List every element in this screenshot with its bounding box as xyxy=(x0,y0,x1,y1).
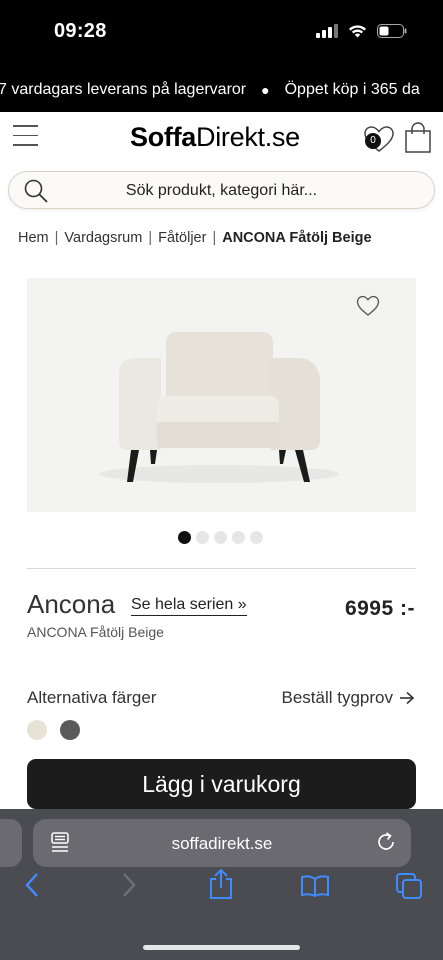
gallery-dot-3[interactable] xyxy=(214,531,227,544)
breadcrumb-home[interactable]: Hem xyxy=(18,230,49,246)
arrow-right-icon xyxy=(400,691,415,705)
back-icon[interactable] xyxy=(24,872,40,898)
previous-tab-peek[interactable] xyxy=(0,819,22,867)
search-input[interactable]: Sök produkt, kategori här... xyxy=(8,171,435,209)
tabs-icon[interactable] xyxy=(395,872,423,900)
breadcrumb-current: ANCONA Fåtölj Beige xyxy=(222,230,372,246)
gallery-dot-5[interactable] xyxy=(250,531,263,544)
add-to-cart-button[interactable]: Lägg i varukorg xyxy=(27,759,416,809)
share-icon[interactable] xyxy=(208,868,234,900)
signal-icon xyxy=(316,24,338,38)
bookmarks-icon[interactable] xyxy=(300,874,330,898)
shopping-bag-icon[interactable] xyxy=(404,122,432,154)
wifi-icon xyxy=(349,25,366,38)
announcement-separator: ● xyxy=(261,82,270,98)
address-bar[interactable]: soffadirekt.se xyxy=(33,819,411,867)
announcement-bar: 7 vardagars leverans på lagervaror ● Öpp… xyxy=(0,68,443,112)
breadcrumb: Hem | Vardagsrum | Fåtöljer | ANCONA Fåtölj Be… xyxy=(18,230,372,246)
divider xyxy=(27,568,416,569)
wishlist-count-badge: 0 xyxy=(365,133,381,149)
color-swatch-grey[interactable] xyxy=(60,720,80,740)
gallery-pagination xyxy=(178,531,263,544)
product-price: 6995 :- xyxy=(344,597,415,620)
status-icons xyxy=(316,24,407,38)
order-sample-label: Beställ tygprov xyxy=(281,688,394,707)
favorite-heart-icon[interactable] xyxy=(356,295,380,317)
status-bar: 09:28 xyxy=(0,0,443,68)
product-subtitle: ANCONA Fåtölj Beige xyxy=(27,624,164,640)
gallery-dot-1[interactable] xyxy=(178,531,191,544)
gallery-dot-2[interactable] xyxy=(196,531,209,544)
alternative-colors-label: Alternativa färger xyxy=(27,688,157,707)
see-series-link[interactable]: Se hela serien » xyxy=(131,596,247,616)
site-logo[interactable]: SoffaDirekt.se xyxy=(130,122,300,153)
announcement-delivery: 7 vardagars leverans på lagervaror xyxy=(0,81,247,98)
gallery-dot-4[interactable] xyxy=(232,531,245,544)
order-fabric-sample-link[interactable]: Beställ tygprov xyxy=(282,688,416,708)
menu-icon[interactable] xyxy=(13,125,38,149)
announcement-open-purchase: Öppet köp i 365 da xyxy=(284,81,420,98)
breadcrumb-vardagsrum[interactable]: Vardagsrum xyxy=(64,230,142,246)
home-indicator xyxy=(143,945,300,950)
battery-icon xyxy=(377,24,407,38)
reload-icon[interactable] xyxy=(375,831,397,853)
breadcrumb-fatoljer[interactable]: Fåtöljer xyxy=(158,230,206,246)
forward-icon[interactable] xyxy=(121,872,137,898)
search-placeholder: Sök produkt, kategori här... xyxy=(125,182,318,199)
status-time: 09:28 xyxy=(54,20,107,42)
color-swatch-beige[interactable] xyxy=(27,720,47,740)
product-name: Ancona xyxy=(27,589,116,619)
address-url: soffadirekt.se xyxy=(171,834,273,853)
